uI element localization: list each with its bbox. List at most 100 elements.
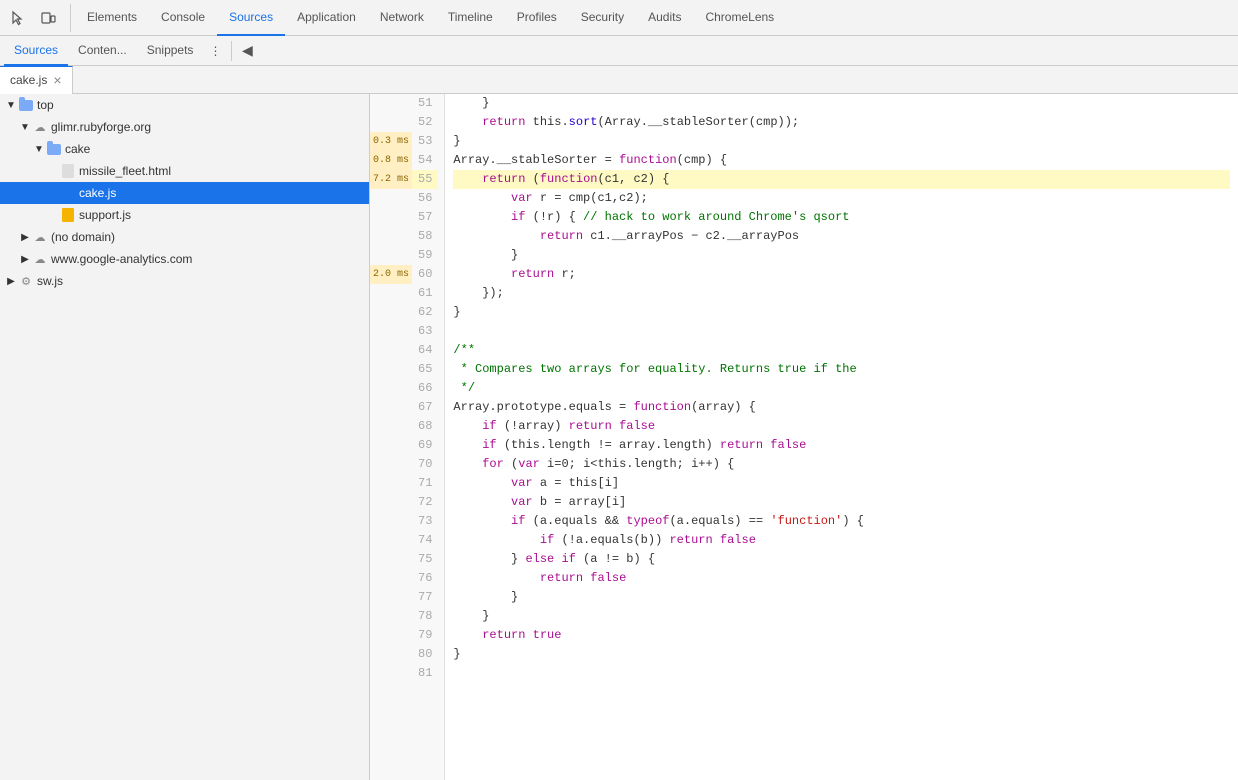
code-line-54: Array.__stableSorter = function(cmp) {: [453, 151, 1230, 170]
code-line-62: }: [453, 303, 1230, 322]
tree-label-cake-js: cake.js: [79, 186, 116, 200]
code-line-57: if (!r) { // hack to work around Chrome'…: [453, 208, 1230, 227]
code-line-79: return true: [453, 626, 1230, 645]
tree-label-top: top: [37, 98, 54, 112]
code-line-61: });: [453, 284, 1230, 303]
nav-tab-sources[interactable]: Sources: [217, 0, 285, 36]
cloud-icon-google-analytics: ☁: [32, 251, 48, 267]
nav-tab-chromelens[interactable]: ChromeLens: [693, 0, 786, 36]
top-nav-bar: ElementsConsoleSourcesApplicationNetwork…: [0, 0, 1238, 36]
gutter-line-74: 74: [370, 531, 438, 550]
folder-icon-top: [18, 97, 34, 113]
file-tree-sidebar: top☁glimr.rubyforge.orgcakemissile_fleet…: [0, 94, 370, 780]
line-number-60: 60: [418, 265, 432, 284]
timing-badge-54: 0.8 ms: [370, 151, 412, 170]
tree-item-cake-js[interactable]: cake.js: [0, 182, 369, 204]
tree-item-support-js[interactable]: support.js: [0, 204, 369, 226]
code-line-74: if (!a.equals(b)) return false: [453, 531, 1230, 550]
gutter-line-64: 64: [370, 341, 438, 360]
gutter-line-75: 75: [370, 550, 438, 569]
line-number-73: 73: [418, 512, 432, 531]
gutter-line-54: 0.8 ms54: [370, 151, 438, 170]
code-line-81: [453, 664, 1230, 683]
line-number-58: 58: [418, 227, 432, 246]
gutter-line-78: 78: [370, 607, 438, 626]
tree-arrow-cake-folder: [32, 142, 46, 156]
nav-tab-profiles[interactable]: Profiles: [505, 0, 569, 36]
nav-tab-network[interactable]: Network: [368, 0, 436, 36]
nav-tab-console[interactable]: Console: [149, 0, 217, 36]
nav-tab-security[interactable]: Security: [569, 0, 636, 36]
nav-tab-timeline[interactable]: Timeline: [436, 0, 505, 36]
code-line-58: return c1.__arrayPos − c2.__arrayPos: [453, 227, 1230, 246]
timing-badge-55: 7.2 ms: [370, 170, 412, 189]
gutter-line-55: 7.2 ms55: [370, 170, 438, 189]
tree-item-cake-folder[interactable]: cake: [0, 138, 369, 160]
file-tab-name: cake.js: [10, 73, 47, 87]
gutter-line-60: 2.0 ms 60: [370, 265, 438, 284]
gutter-line-76: 76: [370, 569, 438, 588]
tree-item-no-domain[interactable]: ☁(no domain): [0, 226, 369, 248]
line-number-80: 80: [418, 645, 432, 664]
tree-arrow-cake-js: [46, 186, 60, 200]
code-line-59: }: [453, 246, 1230, 265]
code-line-80: }: [453, 645, 1230, 664]
main-content-area: top☁glimr.rubyforge.orgcakemissile_fleet…: [0, 94, 1238, 780]
nav-tab-audits[interactable]: Audits: [636, 0, 693, 36]
cloud-icon-glimr: ☁: [32, 119, 48, 135]
line-number-51: 51: [418, 94, 432, 113]
line-number-75: 75: [418, 550, 432, 569]
panel-tabs-more-button[interactable]: ⋮: [203, 36, 227, 66]
tree-arrow-top: [4, 98, 18, 112]
line-number-70: 70: [418, 455, 432, 474]
tree-label-sw-js: sw.js: [37, 274, 63, 288]
panel-back-button[interactable]: ◀: [236, 40, 258, 62]
gutter-line-53: 0.3 ms53: [370, 132, 438, 151]
gutter-line-68: 68: [370, 417, 438, 436]
tree-arrow-glimr: [18, 120, 32, 134]
code-line-72: var b = array[i]: [453, 493, 1230, 512]
tab-snippets[interactable]: Snippets: [137, 36, 204, 66]
tree-label-google-analytics: www.google-analytics.com: [51, 252, 192, 266]
tree-item-top[interactable]: top: [0, 94, 369, 116]
nav-tab-elements[interactable]: Elements: [75, 0, 149, 36]
tree-item-missile_fleet[interactable]: missile_fleet.html: [0, 160, 369, 182]
code-line-71: var a = this[i]: [453, 474, 1230, 493]
gutter-line-52: 52: [370, 113, 438, 132]
tree-item-sw-js[interactable]: ⚙sw.js: [0, 270, 369, 292]
gutter-line-81: 81: [370, 664, 438, 683]
file-tab-close-button[interactable]: ×: [53, 73, 61, 87]
tree-item-google-analytics[interactable]: ☁www.google-analytics.com: [0, 248, 369, 270]
line-number-57: 57: [418, 208, 432, 227]
line-number-56: 56: [418, 189, 432, 208]
code-line-66: */: [453, 379, 1230, 398]
file-tab-cake-js[interactable]: cake.js ×: [0, 66, 73, 94]
tree-arrow-sw-js: [4, 274, 18, 288]
nav-tab-application[interactable]: Application: [285, 0, 368, 36]
cloud-icon-no-domain: ☁: [32, 229, 48, 245]
device-mode-icon[interactable]: [34, 4, 62, 32]
tree-label-no-domain: (no domain): [51, 230, 115, 244]
timing-badge-60: 2.0 ms: [370, 265, 412, 284]
gutter-line-80: 80: [370, 645, 438, 664]
toolbar-divider: [231, 41, 232, 61]
gutter-line-65: 65: [370, 360, 438, 379]
code-line-60: return r;: [453, 265, 1230, 284]
line-number-78: 78: [418, 607, 432, 626]
line-number-72: 72: [418, 493, 432, 512]
tree-item-glimr[interactable]: ☁glimr.rubyforge.org: [0, 116, 369, 138]
tree-label-support-js: support.js: [79, 208, 131, 222]
tree-arrow-missile_fleet: [46, 164, 60, 178]
code-line-56: var r = cmp(c1,c2);: [453, 189, 1230, 208]
tab-sources[interactable]: Sources: [4, 36, 68, 66]
tab-content[interactable]: Conten...: [68, 36, 137, 66]
code-editor[interactable]: 51520.3 ms530.8 ms547.2 ms55565758592.0 …: [370, 94, 1238, 780]
code-lines: } return this.sort(Array.__stableSorter(…: [445, 94, 1238, 780]
tree-label-glimr: glimr.rubyforge.org: [51, 120, 151, 134]
gutter-line-69: 69: [370, 436, 438, 455]
code-gutter: 51520.3 ms530.8 ms547.2 ms55565758592.0 …: [370, 94, 445, 780]
line-number-71: 71: [418, 474, 432, 493]
cursor-icon[interactable]: [4, 4, 32, 32]
line-number-74: 74: [418, 531, 432, 550]
line-number-81: 81: [418, 664, 432, 683]
